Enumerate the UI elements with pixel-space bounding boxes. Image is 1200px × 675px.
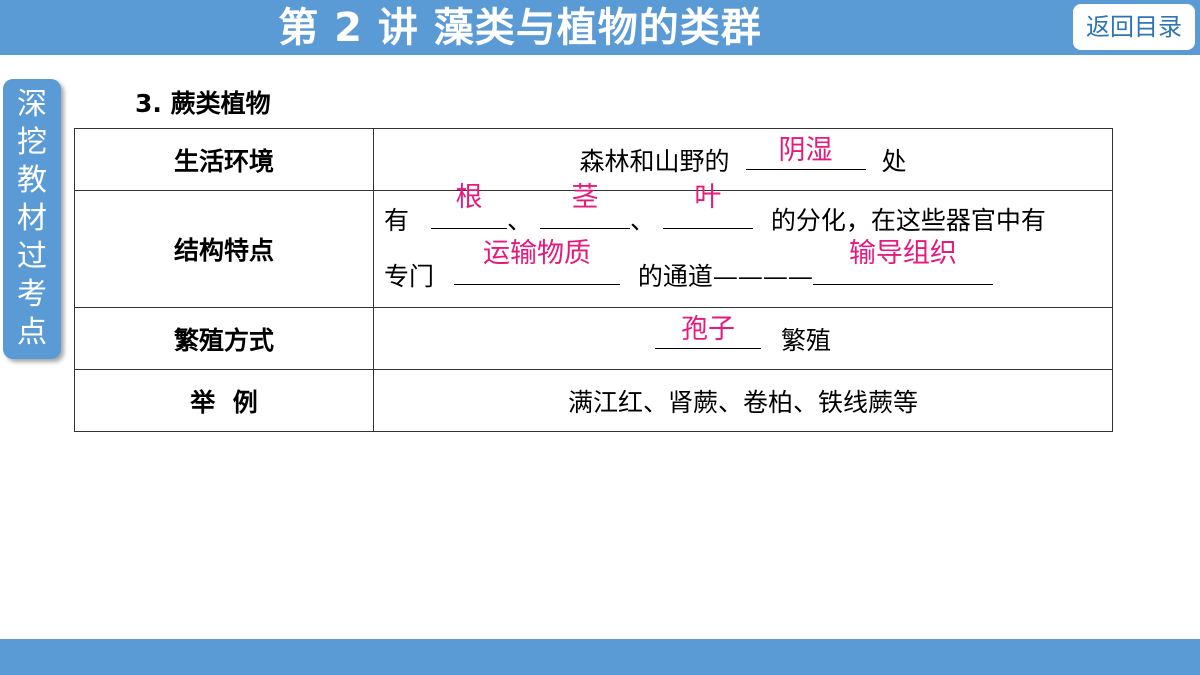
answer-text: 根	[455, 182, 483, 213]
side-tab-char: 考	[17, 277, 47, 312]
side-tab-char: 深	[17, 87, 47, 122]
table-row: 繁殖方式 孢子 繁殖	[74, 307, 1113, 370]
answer-text: 阴湿	[778, 134, 833, 166]
answer-text: 孢子	[681, 313, 736, 345]
answer-blank: 阴湿	[745, 135, 866, 170]
side-tab-char: 材	[17, 201, 47, 236]
answer-blank: 孢子	[655, 314, 762, 349]
side-tab-char: 过	[17, 239, 47, 274]
structure-line-2: 专门 运输物质 的通道———— 输导组织	[384, 238, 1112, 305]
row-content-reproduction: 孢子 繁殖	[373, 307, 1113, 370]
row-content-examples: 满江红、肾蕨、卷柏、铁线蕨等	[373, 369, 1113, 432]
answer-blank: 运输物质	[453, 238, 620, 285]
fern-info-table: 生活环境 森林和山野的 阴湿 处 结构特点 有 根、 茎、 叶 的分化，在这些器…	[74, 128, 1113, 432]
table-row: 举 例 满江红、肾蕨、卷柏、铁线蕨等	[74, 369, 1113, 432]
answer-blank: 输导组织	[812, 238, 993, 285]
table-row: 结构特点 有 根、 茎、 叶 的分化，在这些器官中有 专门 运输物质 的通道——…	[74, 182, 1113, 308]
section-heading: 3. 蕨类植物	[135, 89, 271, 118]
row-label-examples: 举 例	[74, 369, 374, 432]
side-tab-char: 点	[17, 315, 47, 350]
row-label-structure: 结构特点	[74, 190, 374, 308]
back-to-contents-button[interactable]: 返回目录	[1073, 4, 1195, 50]
row-label-habitat: 生活环境	[74, 128, 374, 191]
bottom-banner	[0, 639, 1200, 675]
answer-text: 茎	[571, 182, 599, 213]
row-content-structure: 有 根、 茎、 叶 的分化，在这些器官中有 专门 运输物质 的通道———— 输导组…	[373, 182, 1113, 308]
row-label-reproduction: 繁殖方式	[74, 307, 374, 370]
answer-blank: 叶	[662, 182, 753, 229]
answer-text: 叶	[694, 182, 722, 213]
answer-text: 运输物质	[482, 238, 591, 269]
side-tab-char: 教	[17, 163, 47, 198]
side-tab-char: 挖	[17, 125, 47, 160]
side-tab-section-label[interactable]: 深 挖 教 材 过 考 点	[3, 79, 61, 359]
page-title: 第 2 讲 藻类与植物的类群	[278, 5, 762, 51]
answer-text: 输导组织	[848, 238, 957, 269]
